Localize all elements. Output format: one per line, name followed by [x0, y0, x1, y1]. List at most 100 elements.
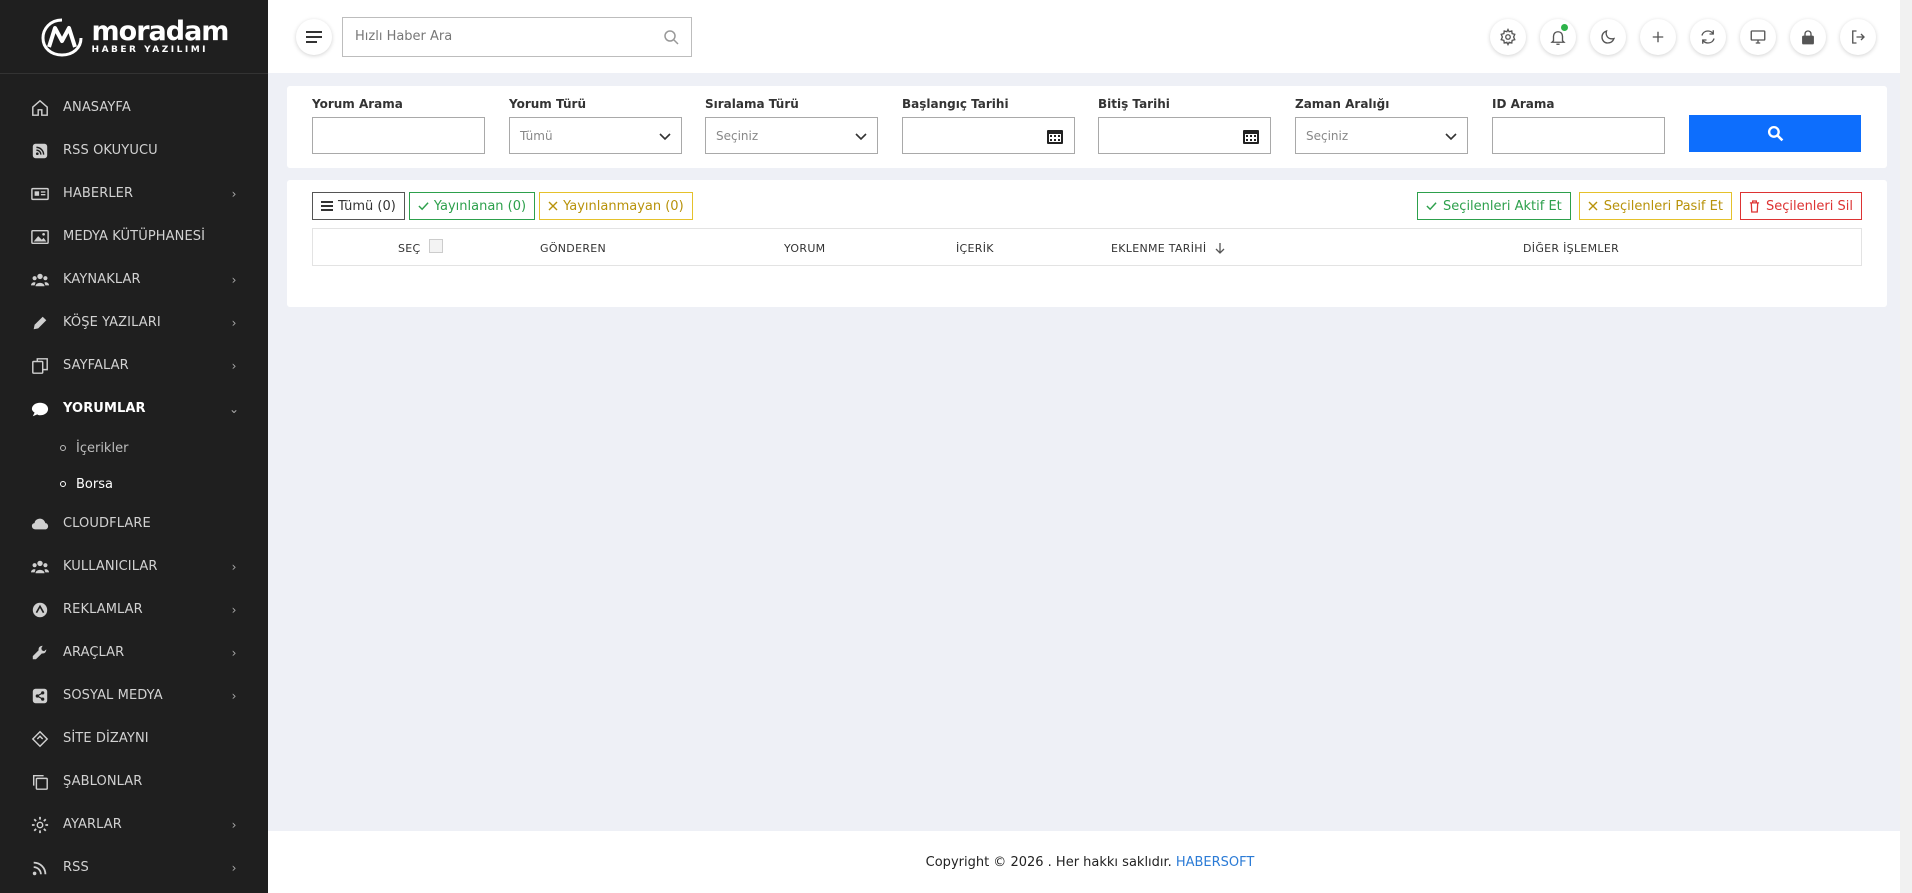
- circle-bullet-icon: [60, 445, 66, 451]
- calendar-icon[interactable]: [1242, 127, 1260, 145]
- activate-selected-button[interactable]: Seçilenleri Aktif Et: [1417, 192, 1571, 220]
- logout-button[interactable]: [1840, 18, 1876, 55]
- sort-down-icon[interactable]: [1214, 242, 1226, 254]
- column-header-gonderen[interactable]: GÖNDEREN: [540, 229, 606, 267]
- sidebar-item-label: SİTE DİZAYNI: [63, 731, 149, 746]
- menu-toggle-button[interactable]: [296, 18, 332, 55]
- select-value: Seçiniz: [716, 128, 759, 143]
- yorum-turu-select[interactable]: Tümü: [509, 117, 682, 154]
- chevron-down-icon: [855, 132, 867, 140]
- sidebar-item-anasayfa[interactable]: ANASAYFA: [0, 86, 268, 129]
- select-all-checkbox[interactable]: [428, 239, 443, 253]
- calendar-icon[interactable]: [1046, 127, 1064, 145]
- column-header-yorum[interactable]: YORUM: [784, 229, 825, 267]
- chevron-right-icon: ›: [231, 645, 237, 660]
- siralama-turu-select[interactable]: Seçiniz: [705, 117, 878, 154]
- column-header-sec: SEÇ: [398, 229, 443, 267]
- select-value: Seçiniz: [1306, 128, 1349, 143]
- column-label: GÖNDEREN: [540, 241, 607, 255]
- view-site-button[interactable]: [1740, 18, 1776, 55]
- filter-id-arama: ID Arama: [1492, 97, 1665, 154]
- chevron-down-icon: [659, 132, 671, 140]
- sidebar-item-label: KAYNAKLAR: [63, 272, 141, 287]
- refresh-button[interactable]: [1690, 18, 1726, 55]
- sidebar-item-araclar[interactable]: ARAÇLAR ›: [0, 631, 268, 674]
- bitis-tarihi-input[interactable]: [1098, 117, 1271, 154]
- logo[interactable]: moradam HABER YAZILIMI: [0, 0, 268, 74]
- tab-unpublished[interactable]: Yayınlanmayan (0): [539, 192, 693, 220]
- chevron-right-icon: ›: [231, 186, 237, 201]
- field-label: Sıralama Türü: [705, 97, 799, 111]
- id-arama-input[interactable]: [1503, 128, 1654, 143]
- sidebar-item-sablonlar[interactable]: ŞABLONLAR: [0, 760, 268, 803]
- tab-label: Yayınlanan (0): [433, 198, 527, 214]
- column-header-eklenme-tarihi[interactable]: EKLENME TARİHİ: [1111, 229, 1226, 267]
- sidebar-item-site-dizayni[interactable]: SİTE DİZAYNI: [0, 717, 268, 760]
- column-header-icerik[interactable]: İÇERİK: [956, 229, 994, 267]
- page-scrollbar[interactable]: [1900, 0, 1912, 893]
- sidebar-item-rss-okuyucu[interactable]: RSS OKUYUCU: [0, 129, 268, 172]
- sidebar-item-label: CLOUDFLARE: [63, 516, 151, 531]
- column-label: İÇERİK: [956, 241, 994, 255]
- sidebar-item-haberler[interactable]: HABERLER ›: [0, 172, 268, 215]
- chevron-right-icon: ›: [231, 817, 237, 832]
- chevron-right-icon: ›: [231, 688, 237, 703]
- users-icon: [30, 558, 50, 576]
- submenu-item-label: İçerikler: [76, 440, 129, 456]
- sidebar-item-label: REKLAMLAR: [63, 602, 143, 617]
- sidebar-item-sayfalar[interactable]: SAYFALAR ›: [0, 344, 268, 387]
- copyright-text: Copyright © 2026 . Her hakkı saklıdır.: [925, 854, 1172, 870]
- field-label: Bitiş Tarihi: [1098, 97, 1170, 111]
- footer-brand-link[interactable]: HABERSOFT: [1176, 855, 1255, 870]
- column-label: DİĞER İŞLEMLER: [1523, 241, 1620, 255]
- quick-search: [342, 16, 692, 57]
- notifications-button[interactable]: [1540, 18, 1576, 55]
- sidebar-item-kose-yazilari[interactable]: KÖŞE YAZILARI ›: [0, 301, 268, 344]
- submenu-item-borsa[interactable]: Borsa: [0, 466, 268, 502]
- x-icon: [1588, 201, 1598, 211]
- sidebar-item-kaynaklar[interactable]: KAYNAKLAR ›: [0, 258, 268, 301]
- sidebar-item-rss[interactable]: RSS ›: [0, 846, 268, 889]
- search-icon[interactable]: [663, 29, 679, 45]
- column-label: SEÇ: [398, 241, 421, 255]
- column-label: EKLENME TARİHİ: [1111, 241, 1207, 255]
- quick-search-input[interactable]: [355, 29, 663, 44]
- sidebar-item-sosyal-medya[interactable]: SOSYAL MEDYA ›: [0, 674, 268, 717]
- filter-search-button[interactable]: [1689, 115, 1861, 152]
- filter-card: Yorum Arama Yorum Türü Tümü Sıralama Tür…: [287, 86, 1887, 168]
- check-icon: [418, 202, 429, 211]
- chevron-right-icon: ›: [231, 358, 237, 373]
- zaman-araligi-select[interactable]: Seçiniz: [1295, 117, 1468, 154]
- settings-button[interactable]: [1490, 18, 1526, 55]
- yorum-arama-input[interactable]: [323, 128, 474, 143]
- lock-button[interactable]: [1790, 18, 1826, 55]
- sidebar-item-ayarlar[interactable]: AYARLAR ›: [0, 803, 268, 846]
- notification-badge: [1561, 23, 1568, 31]
- sidebar-item-label: HABERLER: [63, 186, 134, 201]
- field-label: Zaman Aralığı: [1295, 97, 1390, 111]
- chevron-right-icon: ›: [231, 272, 237, 287]
- dark-mode-button[interactable]: [1590, 18, 1626, 55]
- comment-icon: [30, 400, 50, 418]
- footer: Copyright © 2026 . Her hakkı saklıdır. H…: [268, 831, 1912, 893]
- pages-icon: [30, 357, 50, 375]
- add-button[interactable]: [1640, 18, 1676, 55]
- submenu-item-icerikler[interactable]: İçerikler: [0, 430, 268, 466]
- plus-icon: [1652, 31, 1664, 42]
- sidebar-nav: ANASAYFA RSS OKUYUCU HABERLER › MEDYA KÜ…: [0, 86, 268, 889]
- sidebar-item-yorumlar[interactable]: YORUMLAR ⌄: [0, 387, 268, 430]
- tab-all[interactable]: Tümü (0): [312, 192, 405, 220]
- logo-name: moradam: [91, 16, 230, 47]
- sidebar-item-label: RSS: [63, 860, 89, 875]
- tab-published[interactable]: Yayınlanan (0): [408, 192, 536, 220]
- sidebar-item-reklamlar[interactable]: REKLAMLAR ›: [0, 588, 268, 631]
- delete-selected-button[interactable]: Seçilenleri Sil: [1739, 192, 1862, 220]
- sidebar-item-kullanicilar[interactable]: KULLANICILAR ›: [0, 545, 268, 588]
- deactivate-selected-button[interactable]: Seçilenleri Pasif Et: [1578, 192, 1732, 220]
- sidebar-item-medya-kutuphanesi[interactable]: MEDYA KÜTÜPHANESİ: [0, 215, 268, 258]
- sidebar-item-label: RSS OKUYUCU: [63, 143, 158, 158]
- sidebar-item-cloudflare[interactable]: CLOUDFLARE: [0, 502, 268, 545]
- button-label: Seçilenleri Sil: [1765, 198, 1853, 214]
- baslangic-tarihi-input[interactable]: [902, 117, 1075, 154]
- settings-icon: [1500, 27, 1516, 46]
